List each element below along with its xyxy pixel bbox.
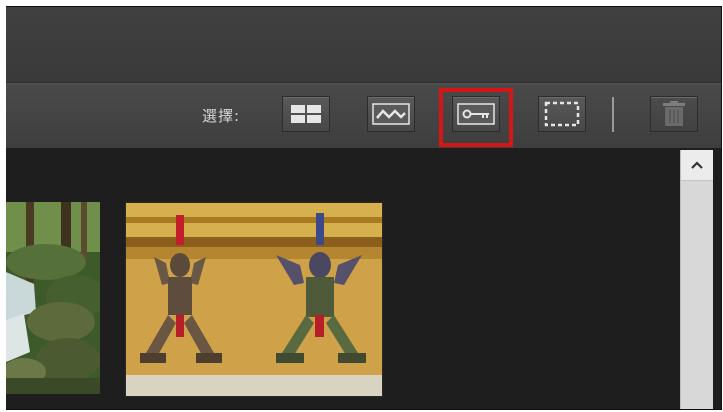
highlight-frame [439,88,513,147]
delete-button[interactable] [650,96,698,132]
select-label: 選擇: [202,107,241,125]
selection-toolbar: 選擇: [6,83,721,149]
forest-waterfall-image [6,202,100,394]
thumbnail-temple-statues[interactable] [125,202,383,397]
select-lasso-button[interactable] [367,96,415,132]
grid-icon [291,105,321,123]
select-rectangle-button[interactable] [538,96,586,132]
scroll-up-button[interactable] [681,150,713,181]
wave-icon [372,103,410,125]
top-bar [6,7,721,83]
thumbnail-grid [6,148,721,409]
app-window: 選擇: [6,6,722,410]
chevron-up-icon [691,161,703,169]
vertical-scrollbar[interactable] [680,150,713,409]
select-grid-button[interactable] [282,96,330,132]
thumbnail-forest-waterfall[interactable] [6,202,100,394]
temple-statues-image [126,203,382,396]
trash-icon [663,101,685,126]
dashed-rectangle-icon [544,101,580,127]
toolbar-separator [612,97,614,132]
